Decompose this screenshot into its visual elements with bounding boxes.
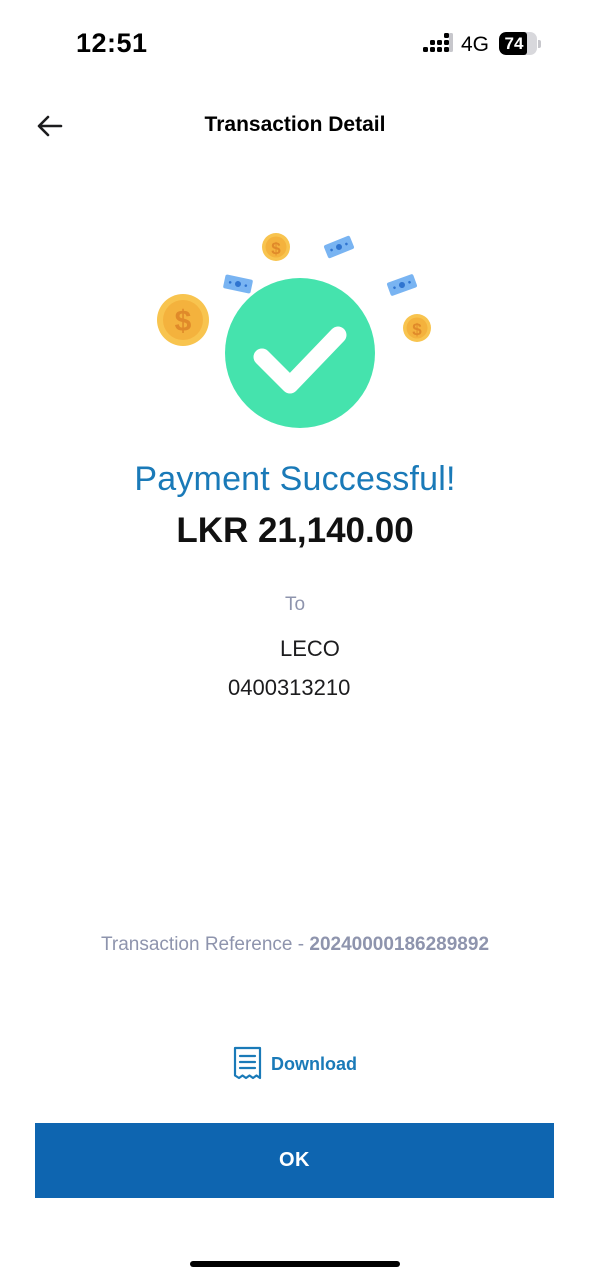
- payment-success-illustration: $ $ $: [157, 233, 431, 428]
- transaction-reference: Transaction Reference - 2024000018628989…: [0, 934, 590, 956]
- transaction-detail-screen: 12:51 4G 74 Transaction Detail $ $ $ Pay…: [0, 0, 590, 1280]
- page-title: Transaction Detail: [204, 113, 386, 136]
- svg-text:$: $: [412, 320, 422, 339]
- receipt-icon: [233, 1046, 262, 1080]
- banknote-icon: [387, 274, 417, 296]
- banknote-icon: [223, 274, 253, 294]
- battery-level: 74: [504, 34, 524, 53]
- status-bar: 12:51 4G 74: [0, 0, 590, 90]
- svg-text:$: $: [271, 239, 281, 258]
- download-label: Download: [271, 1053, 357, 1074]
- coin-icon: $: [157, 294, 209, 346]
- download-button[interactable]: Download: [232, 1046, 357, 1082]
- account-number: 0400313210: [228, 675, 351, 700]
- battery-icon: 74: [499, 32, 543, 56]
- payment-status-title: Payment Successful!: [134, 460, 456, 498]
- reference-number: 20240000186289892: [309, 934, 490, 955]
- recipient-label: To: [284, 594, 306, 615]
- status-time: 12:51: [76, 28, 148, 58]
- home-indicator[interactable]: [190, 1261, 400, 1267]
- checkmark-icon: [225, 278, 375, 428]
- payment-amount: LKR 21,140.00: [176, 511, 414, 550]
- reference-label: Transaction Reference -: [100, 934, 310, 955]
- svg-text:$: $: [175, 305, 192, 338]
- coin-icon: $: [262, 233, 290, 261]
- payee-name: LECO: [280, 636, 340, 661]
- coin-icon: $: [403, 314, 431, 342]
- signal-icon: [423, 33, 453, 52]
- banknote-icon: [324, 235, 354, 259]
- ok-button[interactable]: OK: [35, 1123, 554, 1198]
- network-type: 4G: [461, 33, 490, 56]
